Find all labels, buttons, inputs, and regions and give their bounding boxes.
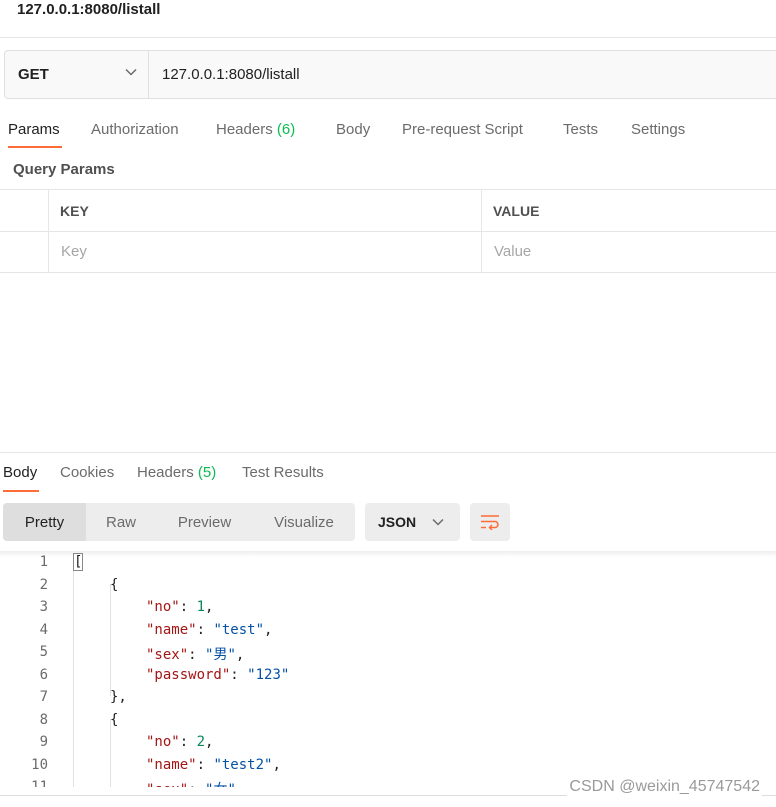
- code-line: 4 "name": "test",: [0, 620, 776, 642]
- tab-params[interactable]: Params: [8, 121, 60, 138]
- line-number: 5: [39, 644, 48, 660]
- view-pretty-button[interactable]: Pretty: [3, 503, 86, 541]
- view-visualize-button[interactable]: Visualize: [253, 503, 355, 541]
- code-line: 10 "name": "test2",: [0, 755, 776, 777]
- active-response-tab-indicator: [3, 490, 39, 492]
- line-number: 1: [39, 554, 48, 570]
- line-number: 6: [39, 666, 48, 683]
- code-text: "no": 1,: [146, 599, 214, 615]
- response-tab-headers[interactable]: Headers (5): [137, 464, 216, 481]
- response-tab-body[interactable]: Body: [3, 464, 37, 481]
- code-line: 1[: [0, 552, 776, 574]
- request-title[interactable]: 127.0.0.1:8080/listall: [17, 1, 160, 18]
- code-line: 5 "sex": "男",: [0, 642, 776, 664]
- code-line: 2{: [0, 575, 776, 597]
- method-select[interactable]: GET: [5, 51, 149, 98]
- chevron-down-icon: [125, 68, 137, 76]
- code-text: {: [110, 576, 119, 593]
- url-input[interactable]: 127.0.0.1:8080/listall: [149, 51, 776, 98]
- tab-headers[interactable]: Headers (6): [216, 121, 295, 138]
- table-row: Key Value: [0, 231, 776, 272]
- code-text: "password": "123": [146, 666, 290, 683]
- query-params-title: Query Params: [13, 161, 115, 178]
- tab-tests[interactable]: Tests: [563, 121, 598, 138]
- code-text: {: [110, 711, 119, 728]
- line-number: 10: [31, 756, 48, 773]
- code-line: 8{: [0, 710, 776, 732]
- view-raw-button[interactable]: Raw: [86, 503, 156, 541]
- code-text: "sex": "男",: [146, 647, 245, 663]
- query-params-table: KEY VALUE Key Value: [0, 189, 776, 273]
- request-title-bar: 127.0.0.1:8080/listall: [0, 0, 776, 38]
- method-label: GET: [18, 66, 49, 83]
- response-tabs: Body Cookies Headers (5) Test Results: [0, 456, 776, 496]
- response-headers-label: Headers: [137, 464, 194, 481]
- column-divider: [481, 190, 482, 272]
- request-url-bar: GET 127.0.0.1:8080/listall: [4, 50, 776, 99]
- line-number: 4: [39, 621, 48, 638]
- tab-body[interactable]: Body: [336, 121, 370, 138]
- format-label: JSON: [378, 514, 417, 530]
- active-tab-indicator: [8, 146, 62, 148]
- code-line: 3 "no": 1,: [0, 597, 776, 619]
- pane-divider[interactable]: [0, 452, 776, 453]
- format-select[interactable]: JSON: [365, 503, 460, 541]
- response-body-editor[interactable]: 1[2{3 "no": 1, 4 "name": "test", 5 "sex": "男"…: [0, 552, 776, 787]
- code-line: 9 "no": 2,: [0, 732, 776, 754]
- view-mode-group: Pretty Raw Preview Visualize: [3, 503, 355, 541]
- request-tabs: Params Authorization Headers (6) Body Pr…: [0, 112, 776, 152]
- code-text: "sex": "女",: [146, 779, 244, 787]
- tab-headers-label: Headers: [216, 121, 273, 138]
- code-text: "name": "test",: [146, 621, 273, 638]
- line-number: 9: [39, 734, 48, 750]
- code-text: [: [72, 553, 84, 571]
- code-line: 6 "password": "123": [0, 665, 776, 687]
- code-text: "no": 2,: [146, 734, 214, 750]
- code-line: 7},: [0, 687, 776, 709]
- line-number: 3: [39, 599, 48, 615]
- column-divider: [48, 190, 49, 272]
- key-input[interactable]: Key: [61, 243, 87, 260]
- table-header-row: KEY VALUE: [0, 190, 776, 232]
- key-column-header: KEY: [60, 203, 89, 219]
- response-headers-count: (5): [197, 464, 217, 481]
- view-preview-button[interactable]: Preview: [156, 503, 253, 541]
- tab-settings[interactable]: Settings: [631, 121, 685, 138]
- value-column-header: VALUE: [493, 203, 540, 219]
- value-input[interactable]: Value: [494, 243, 531, 260]
- chevron-down-icon: [432, 518, 444, 526]
- line-number: 2: [39, 576, 48, 593]
- line-number: 7: [39, 689, 48, 705]
- wrap-lines-button[interactable]: [470, 503, 510, 541]
- code-text: },: [110, 689, 127, 705]
- tab-prerequest-script[interactable]: Pre-request Script: [402, 121, 523, 138]
- line-number: 11: [31, 779, 48, 787]
- watermark: CSDN @weixin_45747542: [567, 778, 762, 796]
- response-tab-cookies[interactable]: Cookies: [60, 464, 114, 481]
- line-number: 8: [39, 711, 48, 728]
- wrap-lines-icon: [481, 515, 499, 530]
- response-tab-test-results[interactable]: Test Results: [242, 464, 324, 481]
- tab-authorization[interactable]: Authorization: [91, 121, 179, 138]
- headers-count: (6): [276, 121, 296, 138]
- code-text: "name": "test2",: [146, 756, 281, 773]
